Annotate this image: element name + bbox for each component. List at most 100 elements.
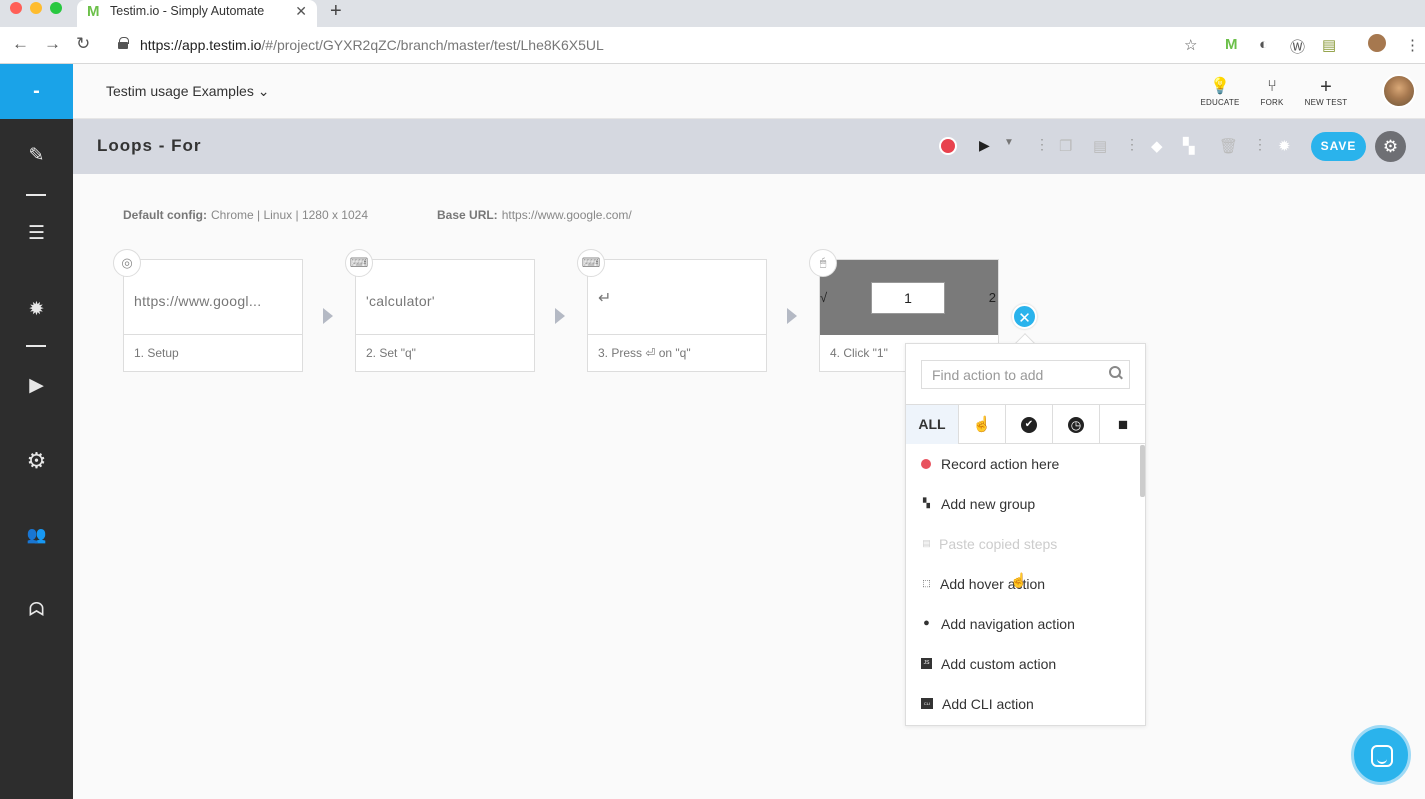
hover-icon: ⬚	[922, 578, 931, 588]
add-action-popup: ALL ☝ ✔ ◷ ■ Record action here ▚ Add new…	[905, 343, 1146, 726]
keyboard-icon: ⌨	[345, 249, 373, 277]
testim-extension-icon[interactable]: M	[1225, 36, 1238, 53]
action-label: Add CLI action	[942, 696, 1034, 712]
add-custom-action-item[interactable]: JS Add custom action	[906, 644, 1138, 684]
project-header: Testim usage Examples ⌄ 💡 EDUCATE ⑂ FORK…	[73, 64, 1425, 119]
add-navigation-action-item[interactable]: ● Add navigation action	[906, 604, 1138, 644]
delete-icon[interactable]: 🗑	[1219, 137, 1238, 155]
add-cli-action-item[interactable]: CLI Add CLI action	[906, 684, 1138, 724]
testim-favicon-icon: M	[87, 3, 100, 20]
reload-icon[interactable]: ↻	[76, 34, 90, 54]
play-icon[interactable]: ▶	[979, 137, 990, 154]
step-card-press-enter[interactable]: ↵ 3. Press ⏎ on "q" ⌨	[577, 249, 767, 372]
add-group-icon[interactable]: ▚	[1183, 137, 1195, 155]
toolbar-separator: ⋮	[1125, 136, 1139, 152]
gear-icon[interactable]: ⚙	[0, 448, 73, 474]
test-title[interactable]: Loops - For	[97, 136, 201, 156]
browser-menu-icon[interactable]: ⋮	[1405, 36, 1420, 54]
pencil-icon[interactable]: ✎	[0, 144, 73, 167]
action-filter-tabs: ALL ☝ ✔ ◷ ■	[906, 404, 1145, 444]
filter-tab-wait[interactable]: ◷	[1053, 405, 1100, 444]
base-url: Base URL: https://www.google.com/	[437, 208, 632, 222]
step-body: https://www.googl...	[124, 260, 302, 335]
paste-icon[interactable]: ▤	[1093, 137, 1107, 155]
fork-icon: ⑂	[1267, 78, 1277, 95]
record-button[interactable]	[941, 139, 955, 153]
keyboard-icon: ⌨	[577, 249, 605, 277]
js-icon: JS	[921, 658, 932, 669]
action-label: Add new group	[941, 496, 1036, 512]
chat-launcher-button[interactable]	[1351, 725, 1411, 785]
record-action-item[interactable]: Record action here	[906, 444, 1138, 484]
project-selector[interactable]: Testim usage Examples ⌄	[106, 83, 269, 100]
step-label: 1. Setup	[134, 346, 179, 360]
close-window-button[interactable]	[10, 2, 22, 14]
sidebar-logo-button[interactable]: -	[0, 64, 73, 119]
step-arrow-icon	[787, 308, 797, 324]
default-config-value[interactable]: Chrome | Linux | 1280 x 1024	[211, 208, 368, 222]
extension-circle-icon[interactable]: ◐	[1259, 36, 1268, 53]
sidebar-divider	[26, 345, 46, 347]
search-box	[921, 360, 1130, 389]
paste-copied-steps-item[interactable]: ▤ Paste copied steps	[906, 524, 1138, 564]
tab-close-icon[interactable]: ✕	[295, 3, 307, 20]
find-action-input[interactable]	[922, 361, 1102, 388]
popup-scrollbar[interactable]	[1140, 445, 1145, 497]
close-icon[interactable]: ✕	[1012, 304, 1037, 329]
chrome-icon: ◎	[113, 249, 141, 277]
fork-label: FORK	[1260, 98, 1284, 107]
new-tab-icon[interactable]: +	[330, 0, 342, 23]
filter-tab-all[interactable]: ALL	[906, 405, 959, 444]
search-icon[interactable]	[1109, 366, 1123, 380]
educate-button[interactable]: 💡 EDUCATE	[1195, 78, 1245, 107]
sidebar-divider	[26, 194, 46, 196]
filter-tab-validations[interactable]: ✔	[1006, 405, 1053, 444]
minimize-window-button[interactable]	[30, 2, 42, 14]
list-icon[interactable]: ☰	[0, 222, 73, 245]
folder-icon[interactable]: ■	[1100, 405, 1145, 444]
forward-icon[interactable]: →	[44, 34, 61, 54]
browser-tab[interactable]: M Testim.io - Simply Automate ✕	[77, 0, 317, 27]
url-path: /#/project/GYXR2qZC/branch/master/test/L…	[261, 37, 604, 53]
mask-icon[interactable]: ᗣ	[0, 600, 73, 622]
extension-panel-icon[interactable]: ▤	[1322, 36, 1336, 54]
user-avatar[interactable]	[1382, 74, 1416, 108]
suite-icon[interactable]: ▶	[0, 374, 73, 397]
step-card-setup[interactable]: https://www.googl... 1. Setup ◎	[113, 249, 303, 372]
hand-icon[interactable]: ☝	[959, 405, 1006, 444]
profile-avatar[interactable]	[1368, 34, 1386, 52]
step-text: https://www.googl...	[134, 293, 262, 309]
add-new-group-item[interactable]: ▚ Add new group	[906, 484, 1138, 524]
step-screenshot-thumbnail: √ 1 2	[820, 260, 998, 335]
step-arrow-icon	[555, 308, 565, 324]
step-card-set-q[interactable]: 'calculator' 2. Set "q" ⌨	[345, 249, 535, 372]
educate-label: EDUCATE	[1200, 98, 1240, 107]
url-host: https://app.testim.io	[140, 37, 262, 53]
tag-icon[interactable]: ◆	[1151, 137, 1163, 155]
url-field[interactable]: https://app.testim.io/#/project/GYXR2qZC…	[140, 37, 604, 53]
base-url-value[interactable]: https://www.google.com/	[502, 208, 632, 222]
run-options-caret-icon[interactable]: ▼	[1004, 137, 1014, 148]
back-icon[interactable]: ←	[12, 34, 29, 54]
bookmark-star-icon[interactable]: ☆	[1184, 36, 1197, 54]
record-icon	[921, 459, 931, 469]
save-button[interactable]: SAVE	[1311, 132, 1366, 161]
fork-button[interactable]: ⑂ FORK	[1247, 78, 1297, 107]
copy-icon[interactable]: ❐	[1059, 137, 1072, 155]
address-bar: ← → ↻ https://app.testim.io/#/project/GY…	[0, 27, 1425, 64]
new-test-button[interactable]: + NEW TEST	[1301, 77, 1351, 107]
project-name: Testim usage Examples	[106, 83, 254, 99]
settings-gear-icon[interactable]: ⚙	[1375, 131, 1406, 162]
maximize-window-button[interactable]	[50, 2, 62, 14]
thumb-sqrt-key: √	[820, 290, 828, 305]
toolbar-separator: ⋮	[1253, 136, 1267, 152]
clock-icon: ◷	[1068, 417, 1084, 434]
wordpress-extension-icon[interactable]: Ⓦ	[1290, 36, 1305, 57]
enter-key-icon: ↵	[598, 290, 612, 307]
action-label: Record action here	[941, 456, 1060, 472]
step-arrow-icon	[323, 308, 333, 324]
debug-bug-icon[interactable]: ✹	[1278, 137, 1291, 155]
users-icon[interactable]: 👥	[0, 525, 73, 545]
bug-icon[interactable]: ✹	[0, 298, 73, 321]
action-label: Add custom action	[941, 656, 1057, 672]
